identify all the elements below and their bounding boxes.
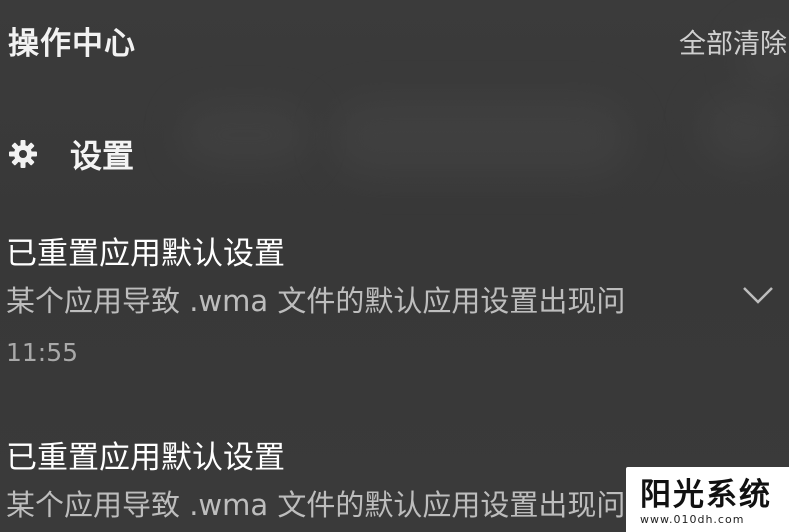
- group-title: 设置: [70, 137, 135, 175]
- background-blur: [330, 100, 630, 175]
- background-blur: [180, 105, 310, 165]
- notification-group-header[interactable]: 设置: [8, 132, 134, 176]
- chevron-down-icon[interactable]: [741, 284, 775, 306]
- notification-body: 某个应用导致 .wma 文件的默认应用设置出现问: [6, 284, 626, 318]
- background-blur: [700, 95, 789, 165]
- action-center-panel: 操作中心 全部清除 设置 已重置应用默认设置 某个应用导致 .wma 文件的默认…: [0, 0, 789, 532]
- clear-all-button[interactable]: 全部清除: [679, 22, 787, 61]
- notification-title: 已重置应用默认设置: [6, 236, 285, 272]
- watermark-url: www.010dh.com: [640, 513, 745, 526]
- page-title: 操作中心: [8, 26, 136, 62]
- notification-title: 已重置应用默认设置: [6, 440, 285, 476]
- watermark-name: 阳光系统: [640, 477, 772, 513]
- notification-time: 11:55: [6, 338, 79, 367]
- watermark: 阳光系统 www.010dh.com: [626, 467, 789, 532]
- gear-icon: [9, 140, 37, 168]
- notification-item[interactable]: 已重置应用默认设置 某个应用导致 .wma 文件的默认应用设置出现问 11:55: [0, 228, 789, 373]
